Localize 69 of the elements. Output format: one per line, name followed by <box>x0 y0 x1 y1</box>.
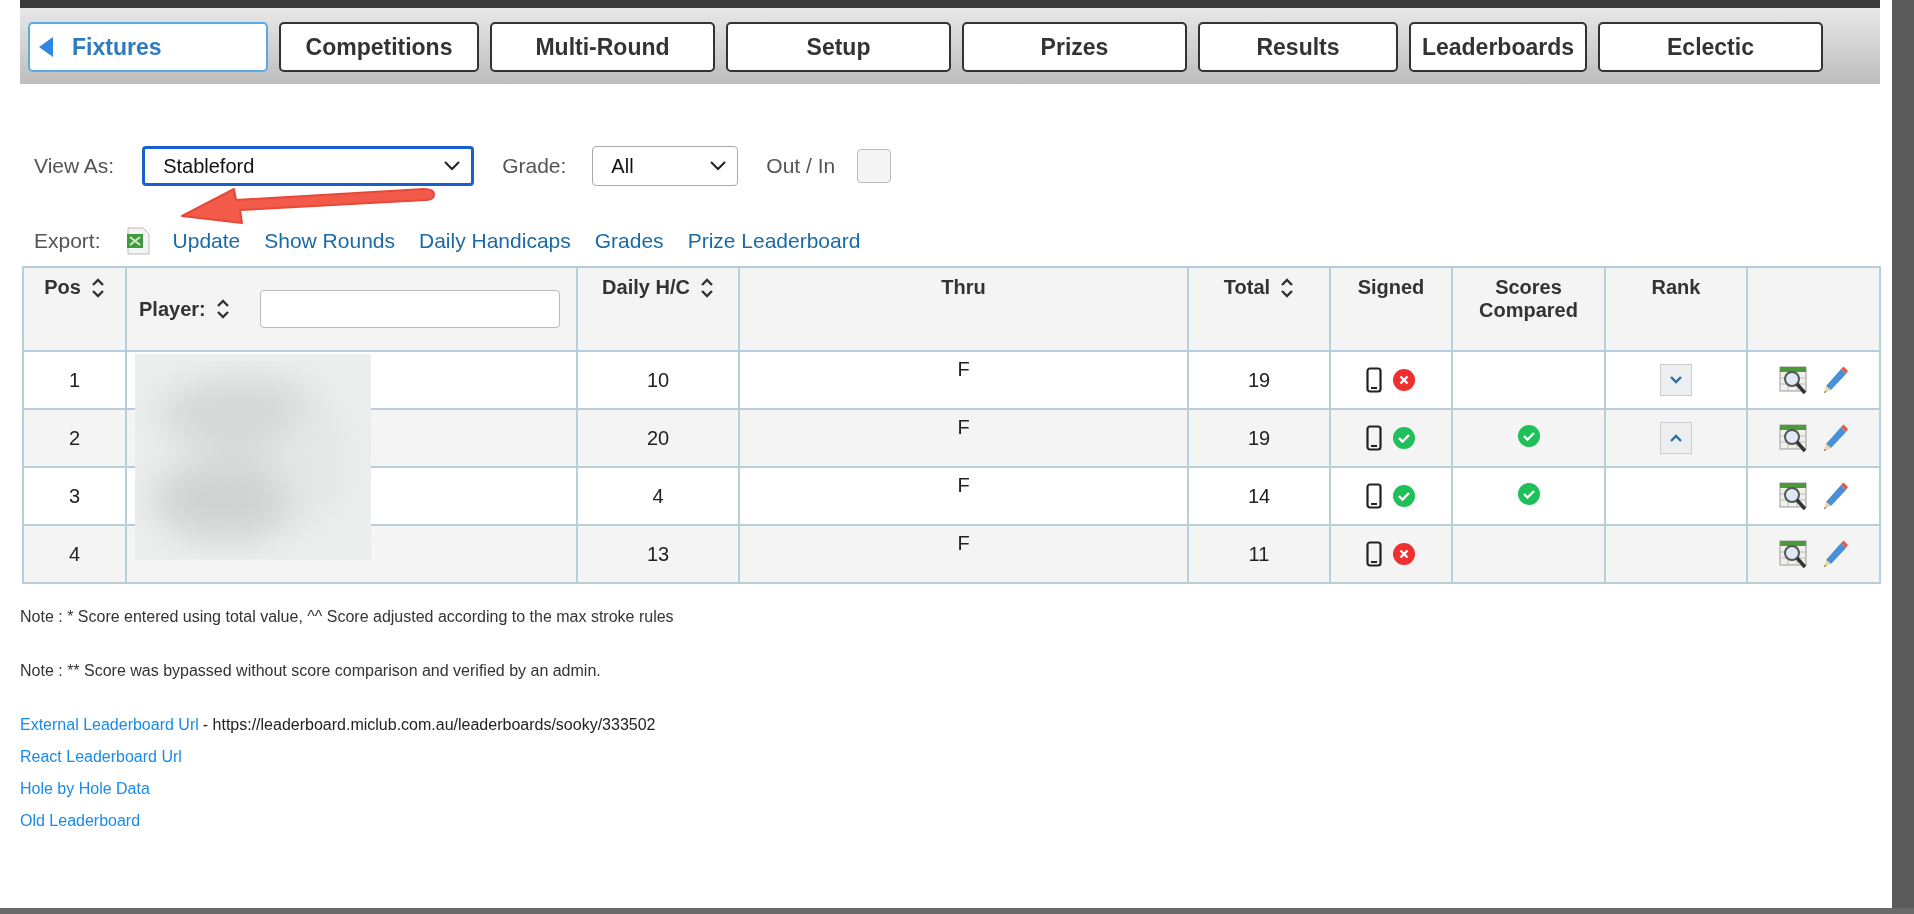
column-label: Total <box>1223 276 1271 299</box>
grade-select[interactable]: All <box>592 146 739 186</box>
export-label: Export: <box>34 229 101 253</box>
spreadsheet-magnifier-icon[interactable] <box>1778 539 1809 569</box>
nav-tab[interactable]: Competitions <box>279 22 479 72</box>
column-label: Thru <box>941 276 986 299</box>
page-link[interactable]: React Leaderboard Url <box>20 748 182 780</box>
chevron-down-icon <box>1669 375 1683 385</box>
dropdown-caret-icon <box>443 160 462 172</box>
export-link[interactable]: Show Rounds <box>264 229 395 253</box>
back-triangle-icon <box>38 36 54 58</box>
note-text: Note : * Score entered using total value, ^^ Score adjusted according to the max stroke rules <box>20 608 675 626</box>
sort-icon[interactable] <box>699 276 714 299</box>
dropdown-caret-icon <box>709 160 728 172</box>
phone-icon <box>1366 425 1382 451</box>
table-cell: F <box>739 409 1188 467</box>
rank-move-button[interactable] <box>1660 364 1692 396</box>
column-header[interactable]: Pos <box>23 267 126 351</box>
export-link[interactable]: Grades <box>594 229 664 253</box>
note-text: Note : ** Score was bypassed without score comparison and verified by an admin. <box>20 662 602 680</box>
column-header[interactable]: Daily H/C <box>577 267 739 351</box>
column-label: Pos <box>44 276 81 299</box>
sort-icon[interactable] <box>215 298 230 320</box>
chevron-up-icon <box>1669 433 1683 443</box>
url-text: - https://leaderboard.miclub.com.au/leaderboards/sooky/333502 <box>202 716 656 735</box>
back-button[interactable]: Fixtures <box>28 22 268 72</box>
column-label: Signed <box>1357 276 1425 299</box>
out-in-label: Out / In <box>766 154 836 178</box>
column-label: Scores Compared <box>1478 276 1579 322</box>
column-label: Daily H/C <box>602 276 690 299</box>
nav-tab[interactable]: Results <box>1198 22 1398 72</box>
page-link[interactable]: External Leaderboard Url <box>20 716 199 748</box>
table-cell: F <box>739 525 1188 583</box>
view-as-select[interactable]: Stableford <box>142 146 475 186</box>
player-filter-field[interactable] <box>259 290 560 328</box>
table-cell: 13 <box>577 525 739 583</box>
spreadsheet-magnifier-icon[interactable] <box>1778 423 1809 453</box>
export-link[interactable]: Prize Leaderboard <box>687 229 861 253</box>
page-link[interactable]: Old Leaderboard <box>20 812 141 844</box>
sort-icon[interactable] <box>90 276 105 299</box>
view-as-label: View As: <box>34 154 115 178</box>
column-header[interactable]: Player: <box>126 267 577 351</box>
phone-icon <box>1366 541 1382 567</box>
page-link[interactable]: Hole by Hole Data <box>20 780 150 812</box>
grade-label: Grade: <box>502 154 567 178</box>
export-link[interactable]: Daily Handicaps <box>419 229 571 253</box>
phone-icon <box>1366 483 1382 509</box>
nav-tab[interactable]: Multi-Round <box>490 22 715 72</box>
sort-icon[interactable] <box>1280 276 1295 299</box>
out-in-checkbox[interactable] <box>857 149 892 183</box>
table-cell: 4 <box>23 525 126 583</box>
spreadsheet-magnifier-icon[interactable] <box>1778 365 1809 395</box>
export-link[interactable]: Update <box>172 229 241 253</box>
spreadsheet-magnifier-icon[interactable] <box>1778 481 1809 511</box>
column-label: Rank <box>1651 276 1701 299</box>
column-header[interactable]: Total <box>1188 267 1330 351</box>
nav-tab[interactable]: Eclectic <box>1598 22 1823 72</box>
scrollbar[interactable] <box>1892 0 1914 908</box>
table-cell: 20 <box>577 409 739 467</box>
table-cell: 19 <box>1188 409 1330 467</box>
column-label: Player: <box>139 297 206 321</box>
spreadsheet-file-icon[interactable] <box>124 227 151 255</box>
nav-tab[interactable]: Setup <box>726 22 951 72</box>
nav-tab[interactable]: Leaderboards <box>1409 22 1587 72</box>
rank-move-button[interactable] <box>1660 422 1692 454</box>
nav-tab[interactable]: Prizes <box>962 22 1187 72</box>
phone-icon <box>1366 367 1382 393</box>
table-cell: 2 <box>23 409 126 467</box>
table-cell: 11 <box>1188 525 1330 583</box>
